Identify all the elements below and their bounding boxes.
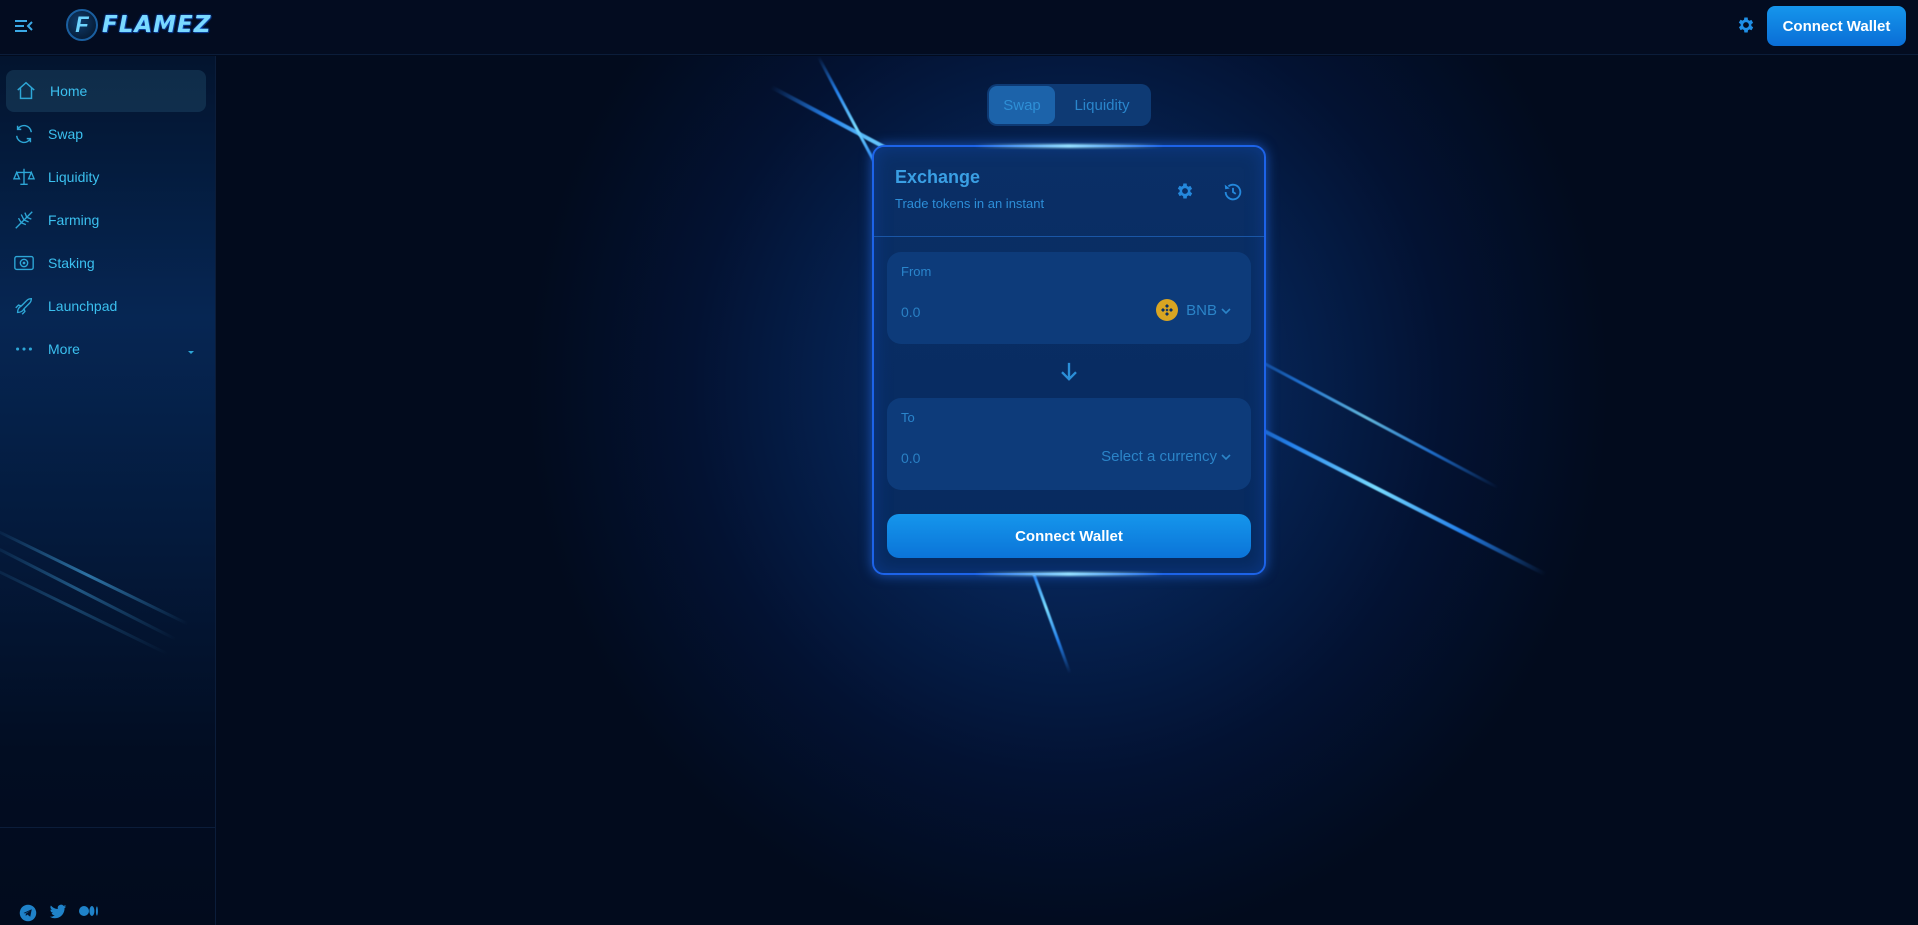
from-amount-input[interactable] [901,302,1071,322]
sidebar-item-launchpad[interactable]: Launchpad [6,285,206,327]
medium-icon[interactable] [79,904,99,922]
sidebar-item-farming[interactable]: Farming [6,199,206,241]
sidebar-item-swap[interactable]: Swap [6,113,206,155]
swap-liquidity-tabs: Swap Liquidity [987,84,1151,126]
swap-icon [12,122,36,146]
chevron-down-icon [1221,302,1231,319]
to-field: To Select a currency [887,398,1251,490]
from-token-symbol: BNB [1186,301,1217,319]
to-label: To [901,410,915,425]
from-label: From [901,264,932,279]
launchpad-icon [12,294,36,318]
sidebar-item-label: More [48,341,80,357]
decorative-beam [1232,345,1500,490]
card-glow [974,572,1164,576]
sidebar-item-label: Farming [48,212,100,228]
tab-swap[interactable]: Swap [989,86,1055,124]
chevron-down-icon [1221,448,1231,465]
sidebar-item-more[interactable]: More [6,328,206,370]
card-connect-wallet-button[interactable]: Connect Wallet [887,514,1251,558]
sidebar-item-staking[interactable]: Staking [6,242,206,284]
exchange-card: Exchange Trade tokens in an instant From [872,144,1266,576]
decorative-streak [0,526,189,626]
logo[interactable]: F FLAMEZ [66,8,216,42]
select-currency-label: Select a currency [1101,447,1217,465]
tab-liquidity[interactable]: Liquidity [1055,86,1149,124]
liquidity-icon [12,165,36,189]
from-field: From BNB [887,252,1251,344]
sidebar-item-label: Swap [48,126,84,142]
staking-icon [12,251,36,275]
history-icon[interactable] [1222,181,1244,203]
decorative-streak [0,538,177,641]
connect-wallet-button[interactable]: Connect Wallet [1767,6,1906,46]
main-content: Swap Liquidity Exchange Trade tokens in … [216,56,1918,925]
settings-gear-icon[interactable] [1175,181,1197,203]
twitter-icon[interactable] [49,904,69,922]
from-token-select[interactable]: BNB [1156,298,1231,322]
sidebar-divider [0,827,215,828]
logo-text: FLAMEZ [102,12,212,38]
bnb-token-icon [1156,299,1179,321]
sidebar: Home Swap Liquidity Farming Staking Laun… [0,56,216,925]
exchange-title: Exchange [895,167,981,187]
telegram-icon[interactable] [19,904,39,922]
logo-badge: F [66,9,98,41]
caret-down-icon [186,344,196,360]
more-icon [12,337,36,361]
to-amount-input[interactable] [901,448,1071,468]
settings-gear-icon[interactable] [1736,15,1756,35]
sidebar-item-label: Liquidity [48,169,100,185]
top-bar: F FLAMEZ Connect Wallet [0,0,1918,55]
sidebar-item-label: Launchpad [48,298,118,314]
farming-icon [12,208,36,232]
exchange-header: Exchange Trade tokens in an instant [874,147,1264,237]
sidebar-item-label: Staking [48,255,95,271]
exchange-subtitle: Trade tokens in an instant [895,196,1045,211]
sidebar-item-label: Home [50,83,88,99]
home-icon [14,79,38,103]
menu-collapse-icon[interactable] [14,17,34,35]
arrow-down-icon[interactable] [1055,357,1083,385]
to-currency-select[interactable]: Select a currency [1101,444,1231,468]
sidebar-item-liquidity[interactable]: Liquidity [6,156,206,198]
sidebar-item-home[interactable]: Home [6,70,206,112]
